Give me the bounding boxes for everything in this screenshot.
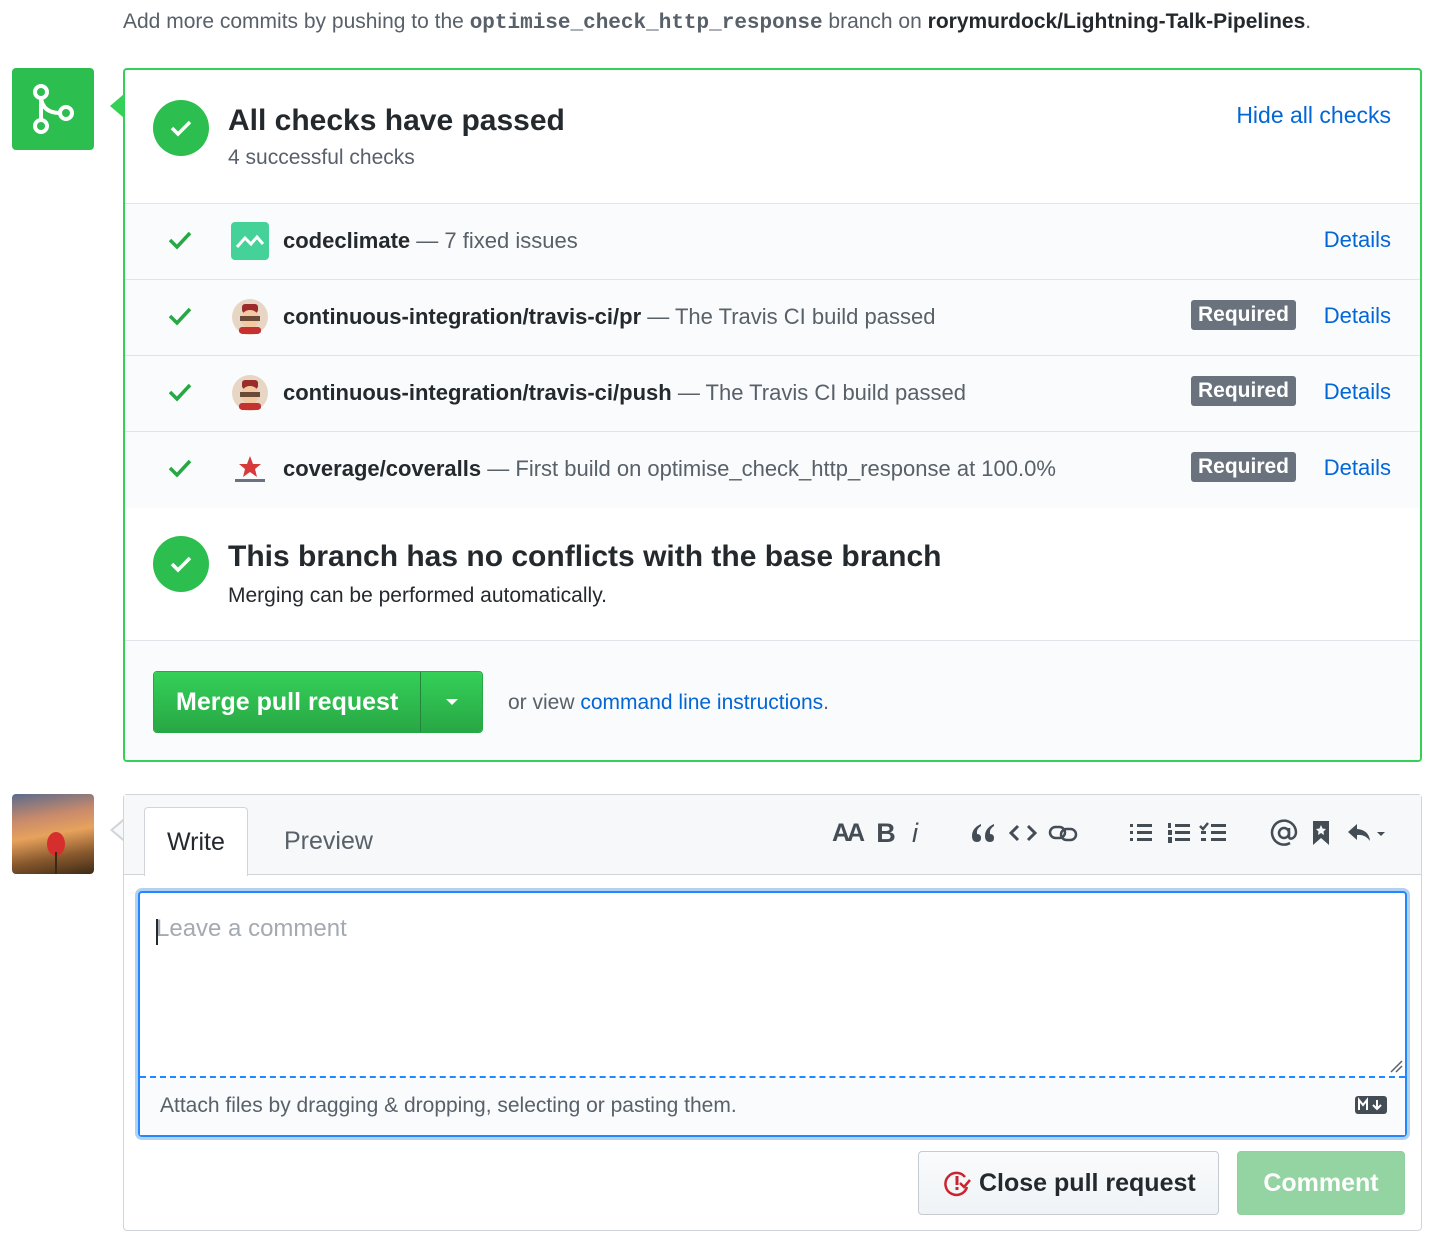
caret-down-icon bbox=[445, 699, 458, 705]
check-text: continuous-integration/travis-ci/pr — Th… bbox=[283, 304, 935, 330]
close-pr-label: Close pull request bbox=[979, 1168, 1196, 1197]
check-description: — First build on optimise_check_http_res… bbox=[487, 456, 1056, 481]
hint-suffix: . bbox=[1305, 10, 1312, 33]
check-text: continuous-integration/travis-ci/push — … bbox=[283, 380, 966, 406]
quote-icon[interactable] bbox=[968, 815, 998, 851]
tab-write[interactable]: Write bbox=[144, 807, 248, 876]
checks-list: codeclimate — 7 fixed issues Details con… bbox=[125, 203, 1420, 508]
details-link[interactable]: Details bbox=[1324, 303, 1391, 329]
comment-header: Write Preview AA B i bbox=[124, 795, 1421, 876]
merge-box: All checks have passed 4 successful chec… bbox=[123, 68, 1422, 762]
hint-repo: rorymurdock/Lightning-Talk-Pipelines bbox=[927, 10, 1306, 33]
link-icon[interactable] bbox=[1046, 815, 1080, 851]
checks-summary: All checks have passed 4 successful chec… bbox=[125, 70, 1420, 203]
comment-button[interactable]: Comment bbox=[1237, 1151, 1405, 1215]
hint-branch: optimise_check_http_response bbox=[469, 12, 823, 35]
cli-suffix: . bbox=[823, 691, 829, 714]
hide-checks-link[interactable]: Hide all checks bbox=[1236, 102, 1391, 129]
issue-closed-icon bbox=[944, 1171, 971, 1197]
check-row: codeclimate — 7 fixed issues Details bbox=[125, 204, 1420, 280]
avatar[interactable] bbox=[12, 794, 94, 874]
check-description: — The Travis CI build passed bbox=[647, 304, 936, 329]
merge-actions: Merge pull request or view command line … bbox=[125, 641, 1420, 760]
check-icon bbox=[168, 383, 192, 402]
numbered-list-icon[interactable] bbox=[1164, 815, 1194, 851]
required-badge: Required bbox=[1190, 300, 1296, 330]
check-description: — 7 fixed issues bbox=[416, 228, 578, 253]
text-cursor bbox=[156, 919, 158, 945]
task-list-icon[interactable] bbox=[1196, 815, 1230, 851]
check-icon bbox=[168, 307, 192, 326]
italic-icon[interactable]: i bbox=[906, 815, 924, 851]
cli-hint: or view command line instructions. bbox=[508, 691, 829, 715]
check-name: continuous-integration/travis-ci/pr bbox=[283, 304, 642, 329]
check-name: continuous-integration/travis-ci/push bbox=[283, 380, 672, 405]
cli-instructions-link[interactable]: command line instructions bbox=[580, 691, 823, 714]
merge-button-group: Merge pull request bbox=[153, 671, 484, 733]
or-view-text: or view bbox=[508, 691, 575, 714]
comment-field-wrapper: Attach files by dragging & dropping, sel… bbox=[138, 891, 1407, 1137]
conflict-title: This branch has no conflicts with the ba… bbox=[228, 540, 942, 573]
bold-icon[interactable]: B bbox=[874, 815, 898, 851]
attach-text: Attach files by dragging & dropping, sel… bbox=[160, 1094, 737, 1117]
check-text: coverage/coveralls — First build on opti… bbox=[283, 456, 1056, 482]
box-pointer bbox=[110, 94, 124, 118]
required-badge: Required bbox=[1190, 452, 1296, 482]
tab-preview[interactable]: Preview bbox=[262, 807, 395, 875]
details-link[interactable]: Details bbox=[1324, 227, 1391, 253]
comment-form: Write Preview AA B i Leave a comment Att… bbox=[123, 794, 1422, 1231]
check-name: codeclimate bbox=[283, 228, 411, 253]
push-hint: Add more commits by pushing to the optim… bbox=[123, 10, 1311, 35]
checks-subtitle: 4 successful checks bbox=[228, 146, 415, 169]
merge-method-dropdown[interactable] bbox=[420, 672, 483, 732]
check-circle-icon bbox=[153, 100, 209, 156]
bulleted-list-icon[interactable] bbox=[1126, 815, 1156, 851]
details-link[interactable]: Details bbox=[1324, 455, 1391, 481]
hint-prefix: Add more commits by pushing to the bbox=[123, 10, 464, 33]
details-link[interactable]: Details bbox=[1324, 379, 1391, 405]
check-row: coverage/coveralls — First build on opti… bbox=[125, 432, 1420, 508]
conflict-status: This branch has no conflicts with the ba… bbox=[125, 508, 1420, 641]
check-name: coverage/coveralls bbox=[283, 456, 482, 481]
code-icon[interactable] bbox=[1008, 815, 1038, 851]
checks-title: All checks have passed bbox=[228, 104, 565, 137]
resize-handle-icon[interactable] bbox=[1389, 1059, 1403, 1073]
coveralls-icon bbox=[231, 450, 269, 488]
bookmark-icon[interactable] bbox=[1308, 815, 1334, 851]
merge-button[interactable]: Merge pull request bbox=[154, 672, 421, 732]
codeclimate-icon bbox=[231, 222, 269, 260]
hint-middle: branch on bbox=[828, 10, 922, 33]
check-icon bbox=[168, 231, 192, 250]
mention-icon[interactable] bbox=[1268, 815, 1300, 851]
check-circle-icon bbox=[153, 536, 209, 592]
comment-textarea[interactable] bbox=[140, 893, 1405, 1076]
check-row: continuous-integration/travis-ci/push — … bbox=[125, 356, 1420, 432]
file-attach-area[interactable]: Attach files by dragging & dropping, sel… bbox=[140, 1076, 1405, 1135]
conflict-subtitle: Merging can be performed automatically. bbox=[228, 584, 607, 607]
required-badge: Required bbox=[1190, 376, 1296, 406]
travis-ci-icon bbox=[231, 298, 269, 336]
check-row: continuous-integration/travis-ci/pr — Th… bbox=[125, 280, 1420, 356]
markdown-icon[interactable] bbox=[1355, 1096, 1387, 1114]
check-description: — The Travis CI build passed bbox=[677, 380, 966, 405]
git-merge-icon bbox=[12, 68, 94, 150]
header-text-icon[interactable]: AA bbox=[830, 815, 865, 851]
reply-dropdown-icon[interactable] bbox=[1344, 815, 1390, 851]
close-pr-button[interactable]: Close pull request bbox=[918, 1151, 1219, 1215]
check-icon bbox=[168, 459, 192, 478]
check-text: codeclimate — 7 fixed issues bbox=[283, 228, 578, 254]
travis-ci-icon bbox=[231, 374, 269, 412]
